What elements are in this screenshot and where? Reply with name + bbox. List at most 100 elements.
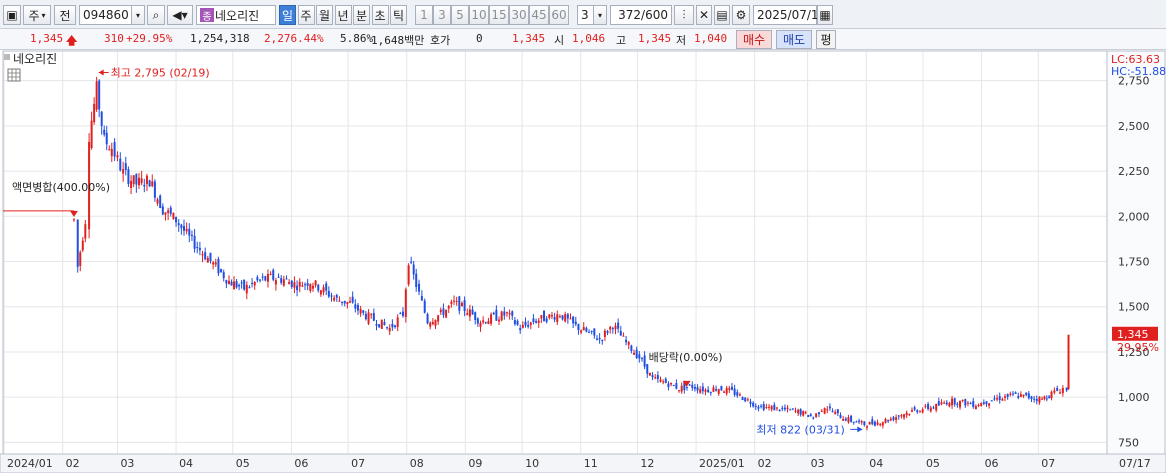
period-tab-3[interactable]: 년 <box>334 5 352 25</box>
window-icon[interactable]: ▣ <box>3 5 21 25</box>
candle-body <box>881 422 884 426</box>
period-tab-1[interactable]: 주 <box>297 5 315 25</box>
period-tab-6[interactable]: 틱 <box>390 5 407 25</box>
candle-body <box>185 228 188 232</box>
candle-body <box>951 398 954 406</box>
candle-body <box>980 403 983 407</box>
period-tab-2[interactable]: 월 <box>316 5 333 25</box>
candle-body <box>349 301 352 303</box>
stock-name-field[interactable]: 종 네오리진 <box>196 5 276 25</box>
save-icon[interactable]: ▤ <box>714 5 730 25</box>
candle-body <box>699 389 702 393</box>
candle-body <box>913 407 916 410</box>
y-tick-label: 2,250 <box>1118 165 1150 178</box>
candle-body <box>145 175 148 185</box>
minute-tab-45[interactable]: 45 <box>529 5 549 25</box>
candle-body <box>248 287 251 289</box>
candle-body <box>935 403 938 411</box>
candle-body <box>272 269 275 280</box>
prev-button[interactable]: 전 <box>54 5 76 25</box>
x-tick-label: 04 <box>179 457 193 470</box>
candle-body <box>261 276 264 278</box>
candle-body <box>879 424 882 426</box>
minute-tab-10[interactable]: 10 <box>469 5 489 25</box>
minute-tab-5[interactable]: 5 <box>451 5 469 25</box>
minute-tab-3[interactable]: 3 <box>433 5 451 25</box>
speaker-icon[interactable]: ◀▾ <box>167 5 193 25</box>
candle-body <box>325 283 328 291</box>
date-field[interactable]: 2025/07/17 <box>753 5 826 25</box>
minute-tab-15[interactable]: 15 <box>489 5 509 25</box>
candle-body <box>447 305 450 309</box>
candle-body <box>351 296 354 303</box>
candle-body <box>887 419 890 422</box>
gear-icon[interactable]: ⚙ <box>732 5 750 25</box>
avg-button[interactable]: 평 <box>816 30 836 49</box>
candle-body <box>311 285 314 289</box>
candle-body <box>450 301 453 304</box>
candle-body <box>558 316 561 318</box>
candle-body <box>873 421 876 426</box>
candle-body <box>577 324 580 331</box>
x-tick-label: 05 <box>926 457 940 470</box>
current-price: 1,345 <box>30 32 64 45</box>
candle-body <box>588 331 591 333</box>
candle-body <box>245 284 248 294</box>
candle-body <box>635 349 638 359</box>
candle-body <box>487 321 490 325</box>
candle-body <box>543 310 546 322</box>
period-tab-5[interactable]: 초 <box>371 5 389 25</box>
candle-body <box>266 274 269 282</box>
candle-body <box>1067 334 1070 389</box>
minute-tab-60[interactable]: 60 <box>549 5 569 25</box>
table-icon[interactable] <box>7 68 21 82</box>
candle-body <box>961 399 964 401</box>
candle-body <box>148 180 151 187</box>
search-icon[interactable]: ⌕ <box>147 5 165 25</box>
candle-body <box>770 406 773 410</box>
minute-tab-30[interactable]: 30 <box>509 5 529 25</box>
candle-body <box>471 309 474 315</box>
sell-button[interactable]: 매도 <box>776 30 812 49</box>
code-dropdown-icon[interactable]: ▾ <box>131 5 145 25</box>
candle-body <box>940 402 943 405</box>
x-tick-label: 09 <box>468 457 482 470</box>
candle-body <box>420 296 423 301</box>
candle-body <box>442 308 445 316</box>
price-chart[interactable]: 7501,0001,2501,5001,7502,0002,2502,5002,… <box>0 50 1166 474</box>
candle-body <box>712 387 715 392</box>
x-tick-label: 07 <box>351 457 365 470</box>
candle-body <box>399 313 402 315</box>
cross-line-icon[interactable]: ✕ <box>696 5 712 25</box>
interval-dropdown-icon[interactable]: ▾ <box>593 5 607 25</box>
period-main-select[interactable]: 주 ▾ <box>23 5 51 25</box>
period-tab-4[interactable]: 분 <box>353 5 370 25</box>
candle-type-icon[interactable]: ⫶ <box>674 5 694 25</box>
calendar-icon[interactable]: ▦ <box>817 5 833 25</box>
count-field[interactable]: 372/600 <box>610 5 672 25</box>
candle-body <box>807 415 810 417</box>
candle-body <box>823 408 826 414</box>
candle-body <box>1014 392 1017 394</box>
candle-body <box>418 283 421 292</box>
candle-body <box>768 406 771 408</box>
candle-body <box>556 314 559 322</box>
candle-body <box>180 224 183 229</box>
turnover: 5.86% <box>340 32 374 45</box>
chart-panel: 750 1,000 1,250 1,500 1,750 2,000 2,250 2,500 2,… <box>0 50 1166 474</box>
candle-body <box>746 399 749 401</box>
candle-body <box>380 319 383 329</box>
buy-button[interactable]: 매수 <box>736 30 772 49</box>
candle-body <box>156 199 159 204</box>
period-tab-0[interactable]: 일 <box>279 5 296 25</box>
minute-tab-1[interactable]: 1 <box>415 5 433 25</box>
candle-body <box>500 311 503 321</box>
y-tick-label: 2,500 <box>1118 120 1150 133</box>
candle-body <box>159 195 162 209</box>
stock-name: 네오리진 <box>215 8 260 23</box>
candle-body <box>817 412 820 415</box>
candle-body <box>1033 398 1036 400</box>
candle-body <box>474 312 477 320</box>
candle-body <box>762 404 765 410</box>
x-tick-label: 11 <box>584 457 598 470</box>
